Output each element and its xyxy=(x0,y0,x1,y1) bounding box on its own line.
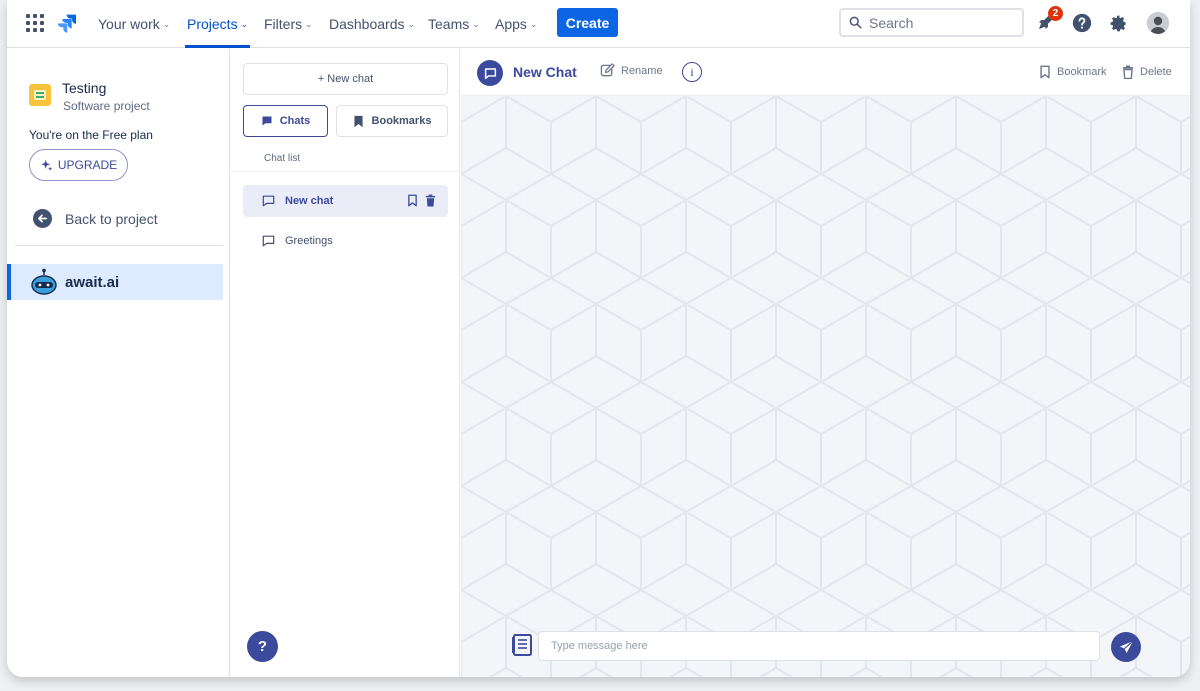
edit-icon xyxy=(600,63,615,77)
app-label: await.ai xyxy=(65,273,120,291)
chevron-down-icon: ⌄ xyxy=(305,18,313,29)
chat-bubble-outline-icon xyxy=(262,235,275,247)
chat-list-panel: + New chat Chats Bookmarks Chat list New… xyxy=(231,49,460,677)
help-button[interactable] xyxy=(1071,12,1093,34)
user-avatar[interactable] xyxy=(1147,12,1169,34)
chat-item-label: Greetings xyxy=(285,235,333,247)
chevron-down-icon: ⌄ xyxy=(407,18,416,29)
send-button[interactable] xyxy=(1111,632,1141,662)
chat-list-item[interactable]: New chat xyxy=(243,185,448,217)
gear-icon xyxy=(1110,15,1126,31)
avatar-icon xyxy=(1147,12,1169,34)
chat-bubble-icon xyxy=(262,116,272,126)
rename-label: Rename xyxy=(621,64,663,77)
back-label: Back to project xyxy=(65,210,158,227)
chat-bubble-outline-icon xyxy=(262,195,275,207)
bookmark-outline-icon xyxy=(1040,65,1050,79)
jira-logo-icon[interactable] xyxy=(57,13,77,33)
top-navigation: Your work ⌄ Projects ⌄ Filters ⌄ Dashboards… xyxy=(7,0,1190,48)
tab-bookmarks-label: Bookmarks xyxy=(371,115,432,127)
nav-filters[interactable]: Filters ⌄ xyxy=(264,0,313,48)
plan-text: You're on the Free plan xyxy=(29,128,153,142)
upgrade-button[interactable]: UPGRADE xyxy=(29,149,128,181)
nav-teams[interactable]: Teams ⌄ xyxy=(428,0,480,48)
project-name: Testing xyxy=(62,80,107,96)
bookmark-icon xyxy=(353,115,363,127)
panel-divider xyxy=(231,171,460,172)
help-fab-button[interactable]: ? xyxy=(247,631,278,662)
nav-projects[interactable]: Projects ⌄ xyxy=(184,0,251,48)
send-icon xyxy=(1119,640,1133,653)
chat-item-actions xyxy=(407,194,436,207)
sidebar-divider xyxy=(15,245,223,246)
message-input[interactable] xyxy=(538,631,1100,661)
search-icon xyxy=(849,16,862,29)
nav-dashboards[interactable]: Dashboards ⌄ xyxy=(329,0,415,48)
bookmark-outline-icon[interactable] xyxy=(407,194,418,207)
robot-icon xyxy=(31,268,57,295)
tab-chats[interactable]: Chats xyxy=(243,105,328,137)
search-box[interactable] xyxy=(839,8,1024,37)
notification-badge: 2 xyxy=(1048,6,1063,21)
nav-apps[interactable]: Apps ⌄ xyxy=(495,0,537,48)
rename-button[interactable]: Rename xyxy=(600,63,663,78)
chat-list-heading: Chat list xyxy=(264,153,301,164)
tab-chats-label: Chats xyxy=(279,115,311,127)
bookmark-label: Bookmark xyxy=(1057,66,1107,78)
bookmark-button[interactable]: Bookmark xyxy=(1039,65,1107,79)
sidebar-item-await-ai[interactable]: await.ai xyxy=(7,264,223,300)
back-to-project-link[interactable]: Back to project xyxy=(33,209,158,228)
arrow-left-icon xyxy=(33,209,52,228)
delete-button[interactable]: Delete xyxy=(1122,65,1172,79)
upgrade-label: UPGRADE xyxy=(57,158,118,172)
search-input[interactable] xyxy=(869,14,1009,31)
chat-item-label: New chat xyxy=(285,195,334,207)
tab-bookmarks[interactable]: Bookmarks xyxy=(336,105,448,137)
app-switcher-icon[interactable] xyxy=(26,14,44,32)
prompt-library-icon[interactable] xyxy=(511,633,533,657)
chat-bubble-icon xyxy=(477,60,503,86)
sparkle-icon xyxy=(41,159,53,171)
trash-icon[interactable] xyxy=(425,194,436,207)
settings-button[interactable] xyxy=(1107,12,1129,34)
chevron-down-icon: ⌄ xyxy=(162,18,171,29)
background-pattern xyxy=(461,96,1190,677)
chevron-down-icon: ⌄ xyxy=(240,18,249,29)
chat-list-item[interactable]: Greetings xyxy=(243,225,448,257)
nav-your-work[interactable]: Your work ⌄ xyxy=(98,0,170,48)
project-type: Software project xyxy=(63,99,150,113)
help-icon xyxy=(1072,13,1092,33)
delete-label: Delete xyxy=(1140,66,1172,78)
app-window: Your work ⌄ Projects ⌄ Filters ⌄ Dashboards… xyxy=(7,0,1190,677)
chevron-down-icon: ⌄ xyxy=(472,18,480,29)
chevron-down-icon: ⌄ xyxy=(529,18,538,29)
new-chat-button[interactable]: + New chat xyxy=(243,63,448,95)
info-icon[interactable]: i xyxy=(682,62,702,82)
trash-icon xyxy=(1123,65,1133,79)
chat-header: New Chat Rename i Bookmark Delete xyxy=(461,49,1190,96)
chat-title: New Chat xyxy=(513,64,577,80)
chat-main: New Chat Rename i Bookmark Delete Type m… xyxy=(461,49,1190,677)
project-sidebar: Testing Software project You're on the F… xyxy=(7,49,230,677)
project-avatar-icon xyxy=(29,84,51,106)
create-button[interactable]: Create xyxy=(557,8,618,37)
